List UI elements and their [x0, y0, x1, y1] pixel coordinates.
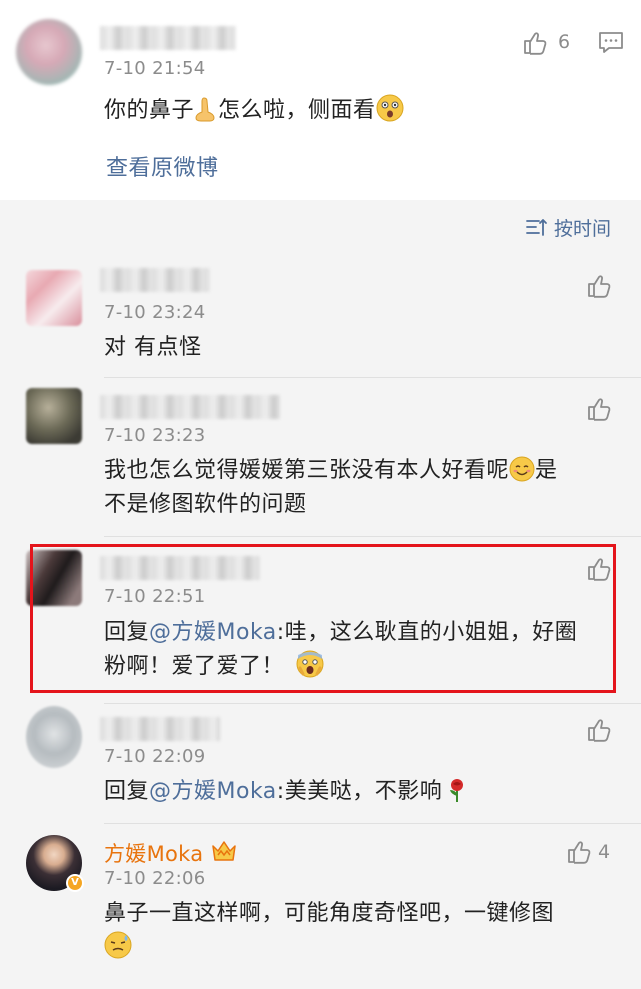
surprised-face-emoji-icon	[376, 94, 404, 122]
username-blurred[interactable]	[100, 26, 236, 50]
username-blurred[interactable]	[100, 268, 210, 292]
thumbs-up-icon[interactable]	[586, 396, 612, 422]
like-count: 4	[598, 841, 611, 863]
like-count: 6	[558, 31, 571, 53]
rose-emoji-icon	[450, 779, 464, 802]
comment-time: 7-10 23:23	[104, 425, 206, 446]
mention-link[interactable]: @方媛Moka	[149, 779, 277, 804]
original-comment-card: 7-10 21:54 6 你的鼻子 怎么啦，侧面看 查看原微博	[0, 0, 641, 200]
nose-emoji-icon	[195, 97, 215, 122]
divider	[104, 703, 641, 704]
username[interactable]: 方媛Moka	[104, 838, 203, 868]
avatar[interactable]	[26, 388, 82, 444]
verified-badge-icon: V	[66, 874, 84, 892]
username-blurred[interactable]	[100, 717, 220, 741]
thumbs-up-icon[interactable]	[586, 273, 612, 299]
comment-time: 7-10 22:06	[104, 868, 206, 889]
sort-icon[interactable]	[526, 217, 548, 237]
username-blurred[interactable]	[100, 395, 280, 419]
comment-time: 7-10 22:09	[104, 746, 206, 767]
comment-time: 7-10 23:24	[104, 302, 206, 323]
avatar[interactable]	[16, 19, 82, 85]
comment-time: 7-10 21:54	[104, 58, 206, 79]
divider	[104, 377, 641, 378]
thumbs-up-icon[interactable]	[586, 717, 612, 743]
divider	[104, 823, 641, 824]
vip-crown-icon	[212, 841, 236, 861]
thumbs-up-icon[interactable]	[522, 30, 548, 56]
thumbs-up-icon[interactable]	[566, 839, 592, 865]
comment-text: 你的鼻子 怎么啦，侧面看	[104, 94, 404, 128]
comment-text: 鼻子一直这样啊，可能角度奇怪吧，一键修图	[104, 897, 554, 965]
comment-text: 我也怎么觉得媛媛第三张没有本人好看呢是不是修图软件的问题	[104, 456, 558, 517]
comment-text: 对 有点怪	[104, 335, 202, 360]
avatar[interactable]	[26, 270, 82, 326]
sort-by-time-button[interactable]: 按时间	[554, 214, 611, 241]
divider	[104, 536, 641, 537]
highlight-box	[30, 544, 616, 693]
view-original-weibo-link[interactable]: 查看原微博	[106, 150, 219, 182]
avatar[interactable]	[26, 706, 82, 768]
sweat-smile-emoji-icon	[104, 931, 132, 959]
comment-icon[interactable]	[598, 31, 624, 55]
comment-text: 回复@方媛Moka:美美哒，不影响	[104, 775, 468, 809]
smiling-face-emoji-icon	[509, 456, 535, 482]
